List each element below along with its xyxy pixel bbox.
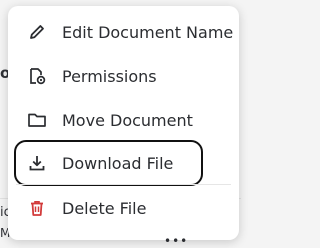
menu-item-edit-document-name[interactable]: Edit Document Name — [16, 13, 234, 51]
menu-item-download-file[interactable]: Download File — [14, 140, 203, 186]
download-icon — [26, 152, 48, 174]
menu-item-label: Edit Document Name — [62, 22, 234, 42]
folder-icon — [26, 109, 48, 131]
menu-item-label: Delete File — [62, 198, 147, 218]
pencil-icon — [26, 21, 48, 43]
more-actions-icon[interactable]: ••• — [164, 234, 188, 248]
menu-item-label: Move Document — [62, 110, 193, 130]
menu-item-label: Download File — [62, 153, 174, 173]
trash-icon — [26, 197, 48, 219]
menu-divider — [16, 184, 231, 185]
permissions-gear-icon — [26, 65, 48, 87]
menu-item-label: Permissions — [62, 66, 157, 86]
menu-item-permissions[interactable]: Permissions — [16, 57, 231, 95]
document-context-menu: Edit Document Name Permissions Move Docu… — [8, 6, 239, 240]
menu-item-delete-file[interactable]: Delete File — [16, 189, 231, 227]
menu-item-move-document[interactable]: Move Document — [16, 101, 231, 139]
